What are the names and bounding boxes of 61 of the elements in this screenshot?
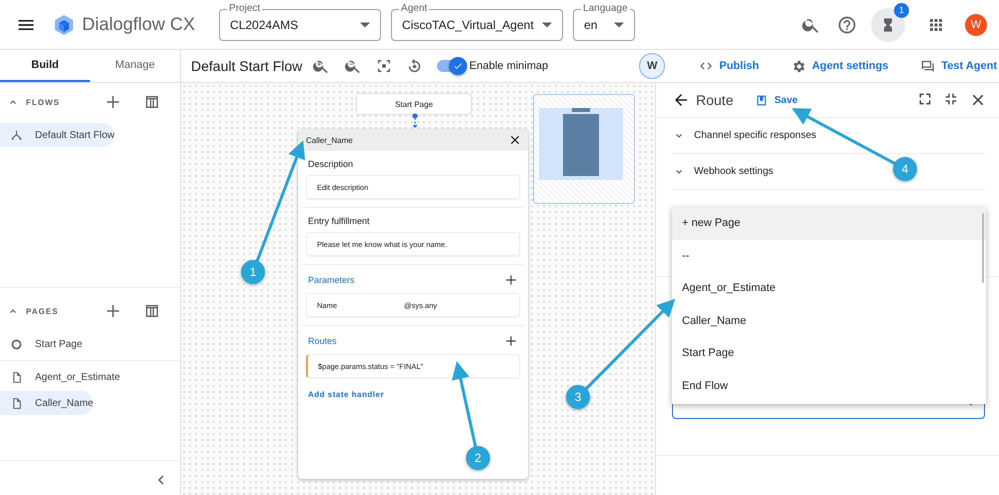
hourglass-button[interactable]: [871, 8, 905, 42]
start-page-node[interactable]: Start Page: [356, 93, 472, 115]
add-icon[interactable]: [504, 334, 518, 348]
flow-icon: [10, 128, 23, 142]
menu-item[interactable]: Caller_Name: [672, 304, 986, 337]
card-title: Caller_Name: [306, 136, 353, 144]
minimap-label: Enable minimap: [469, 60, 548, 72]
section-title: FLOWS: [26, 98, 61, 106]
fit-view-icon[interactable]: [376, 58, 392, 74]
close-icon[interactable]: [508, 133, 522, 147]
sidebar-item[interactable]: Caller_Name: [0, 391, 94, 415]
settings-icon: [790, 58, 806, 74]
exit-fullscreen-icon[interactable]: [943, 91, 959, 107]
ring-icon: [10, 338, 23, 350]
caret-icon: [542, 20, 552, 30]
nav-tab[interactable]: Build: [0, 50, 90, 82]
menu-item[interactable]: Agent_or_Estimate: [672, 272, 986, 304]
notification-badge: 1: [894, 2, 909, 18]
sidebar-item[interactable]: Start Page: [0, 332, 82, 356]
add-icon[interactable]: [104, 93, 122, 111]
menu-item[interactable]: Start Page: [672, 337, 986, 370]
callout-badge: 4: [893, 157, 917, 181]
field-label: Description: [307, 158, 354, 171]
field-label: Entry fulfillment: [307, 215, 371, 228]
toolbar-action[interactable]: Test Agent: [920, 58, 997, 74]
selector-label: Language: [581, 2, 630, 14]
table-icon[interactable]: [144, 94, 160, 110]
nav-tab[interactable]: Manage: [90, 50, 180, 82]
expandable-section[interactable]: Channel specific responses: [672, 118, 985, 154]
fullscreen-icon[interactable]: [917, 91, 933, 107]
sidebar-item[interactable]: Agent_or_Estimate: [0, 365, 120, 389]
toolbar-action[interactable]: Publish: [699, 59, 759, 73]
parameters-heading: Parameters: [308, 275, 355, 285]
caret-icon: [614, 20, 624, 30]
save-button[interactable]: Save: [755, 94, 798, 106]
user-chip: W: [639, 53, 666, 79]
panel-title: Route: [696, 92, 734, 108]
logo-icon: [54, 14, 74, 36]
connector-line: [411, 113, 419, 129]
caret-icon: [360, 20, 370, 30]
sidebar-item[interactable]: Default Start Flow: [0, 123, 114, 147]
add-icon[interactable]: [504, 273, 518, 287]
toolbar-action[interactable]: Agent settings: [790, 58, 888, 74]
table-icon[interactable]: [144, 303, 160, 319]
minimap[interactable]: [533, 94, 635, 204]
menu-item[interactable]: --: [672, 240, 986, 272]
add-icon[interactable]: [104, 302, 122, 320]
flow-title: Default Start Flow: [191, 58, 302, 74]
save-icon: [755, 94, 768, 106]
app-title: Dialogflow CX: [82, 14, 196, 35]
menu-item[interactable]: + new Page: [672, 207, 986, 240]
routes-heading: Routes: [308, 336, 337, 346]
check-icon: [453, 61, 464, 71]
menu-item[interactable]: End Flow: [672, 370, 986, 402]
minimap-switch[interactable]: [437, 60, 466, 72]
selector-label: Project: [227, 2, 262, 14]
add-state-handler-link[interactable]: Add state handler: [308, 390, 384, 399]
help-icon[interactable]: [837, 14, 857, 34]
section-title: PAGES: [26, 306, 60, 316]
chat-icon: [920, 58, 936, 74]
selector-label: Agent: [399, 2, 430, 14]
